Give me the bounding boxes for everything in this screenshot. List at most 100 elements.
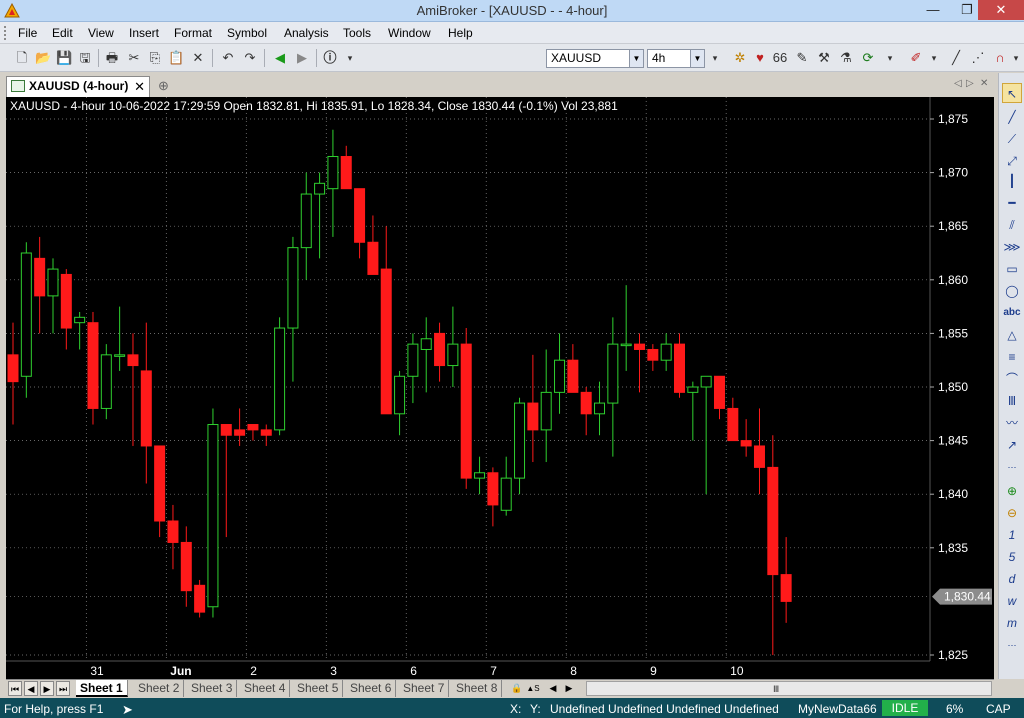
draw-color-icon[interactable]: ✐ (908, 50, 924, 66)
scroll-left-icon[interactable]: ◀ (546, 681, 560, 696)
save-icon[interactable]: 💾 (56, 50, 72, 66)
menu-edit[interactable]: Edit (52, 26, 73, 40)
monthly-icon[interactable]: m (1002, 613, 1022, 633)
menu-help[interactable]: Help (448, 26, 473, 40)
delete-icon[interactable]: ✕ (190, 50, 206, 66)
symbol-combobox[interactable]: XAUUSD ▼ (546, 49, 644, 68)
arrow-tool-icon[interactable]: ↗ (1002, 435, 1022, 455)
edit-data-icon[interactable]: ✎ (794, 50, 810, 66)
close-icon[interactable]: ✕ (134, 77, 145, 96)
chevron-down-icon[interactable]: ▼ (690, 50, 704, 67)
paste-icon[interactable]: 📋 (168, 50, 184, 66)
interval-combobox[interactable]: 4h ▼ (647, 49, 705, 68)
sheet-tab[interactable]: Sheet 2 (134, 680, 185, 697)
compare-icon[interactable]: 66 (772, 50, 788, 66)
sheet-tab[interactable]: Sheet 8 (452, 680, 503, 697)
tab-xauusd-chart[interactable]: XAUUSD (4-hour) ✕ (6, 76, 150, 97)
menu-view[interactable]: View (88, 26, 114, 40)
first-sheet-icon[interactable]: ⏮ (8, 681, 22, 696)
toolbar-overflow-icon[interactable]: ▾ (342, 50, 358, 66)
scroll-right-icon[interactable]: ▶ (562, 681, 576, 696)
arc-icon[interactable]: ⌒ (1002, 369, 1022, 389)
parallel-lines-icon[interactable]: ⫽ (1002, 215, 1022, 235)
candle-up (100, 354, 112, 409)
zoom-in-icon[interactable]: ⊕ (1002, 481, 1022, 501)
zoom-out-icon[interactable]: ⊖ (1002, 503, 1022, 523)
candle-down (487, 472, 499, 506)
select-arrow-icon[interactable]: ↖ (1002, 83, 1022, 103)
interval-1-icon[interactable]: 1 (1002, 525, 1022, 545)
sync-scroll-icon[interactable]: ▲S (526, 681, 540, 696)
fan-icon[interactable]: ⋙ (1002, 237, 1022, 257)
forward-icon[interactable]: ▶ (294, 50, 310, 66)
horizontal-scrollbar[interactable]: Ⅲ (586, 681, 992, 696)
copy-icon[interactable]: ⎘ (147, 50, 163, 66)
toolbar-overflow-icon[interactable]: ▾ (882, 50, 898, 66)
line-width-icon[interactable]: ╱ (948, 50, 964, 66)
close-button[interactable]: ✕ (978, 0, 1024, 20)
chevron-down-icon[interactable]: ▼ (629, 50, 643, 67)
prev-sheet-icon[interactable]: ◀ (24, 681, 38, 696)
tab-scroll-left-icon[interactable]: ◁ (954, 78, 962, 89)
extended-line-icon[interactable]: ⤢ (1002, 151, 1022, 171)
candlestick-chart[interactable]: 1,875 1,870 1,865 1,860 1,855 1,850 1,845 1,840… (6, 97, 994, 679)
sheet-tab[interactable]: Sheet 6 (346, 680, 397, 697)
open-folder-icon[interactable]: 📂 (35, 50, 51, 66)
lock-icon[interactable]: 🔒 (510, 681, 524, 696)
interval-5-icon[interactable]: 5 (1002, 547, 1022, 567)
vertical-line-icon[interactable]: ┃ (1002, 171, 1022, 191)
fibonacci-icon[interactable]: ≡ (1002, 347, 1022, 367)
rectangle-icon[interactable]: ▭ (1002, 259, 1022, 279)
back-icon[interactable]: ◀ (272, 50, 288, 66)
quote-icon[interactable]: ♥ (752, 50, 768, 66)
menu-tools[interactable]: Tools (343, 26, 371, 40)
price-chart[interactable]: 1,875 1,870 1,865 1,860 1,855 1,850 1,845 1,840… (6, 97, 994, 679)
scan-icon[interactable]: ✲ (732, 50, 748, 66)
line-style-icon[interactable]: ⋰ (970, 50, 986, 66)
menu-format[interactable]: Format (174, 26, 212, 40)
sheet-tab[interactable]: Sheet 3 (187, 680, 238, 697)
menu-file[interactable]: File (18, 26, 37, 40)
sheet-tab-active[interactable]: Sheet 1 (76, 680, 128, 697)
sheet-tab[interactable]: Sheet 5 (293, 680, 344, 697)
toolbar-overflow-icon[interactable]: ⋯ (1002, 457, 1022, 477)
assistant-icon[interactable]: ⚒ (816, 50, 832, 66)
menu-symbol[interactable]: Symbol (227, 26, 267, 40)
print-icon[interactable]: 🖶 (104, 50, 120, 66)
text-tool-icon[interactable]: abc (1002, 303, 1022, 323)
tab-close-all-icon[interactable]: ✕ (980, 78, 988, 89)
horizontal-line-icon[interactable]: ━ (1002, 193, 1022, 213)
wizard-icon[interactable]: ⚗ (838, 50, 854, 66)
zigzag-icon[interactable]: 〰 (1002, 413, 1022, 433)
menu-insert[interactable]: Insert (129, 26, 159, 40)
next-sheet-icon[interactable]: ▶ (40, 681, 54, 696)
toolbar-overflow-icon[interactable]: ▾ (707, 50, 723, 66)
magnet-icon[interactable]: ∩ (992, 50, 1008, 66)
info-icon[interactable]: ⓘ (322, 50, 338, 66)
gann-icon[interactable]: Ⅲ (1002, 391, 1022, 411)
new-tab-icon[interactable]: ⊕ (158, 78, 169, 94)
ellipse-icon[interactable]: ◯ (1002, 281, 1022, 301)
save-all-icon[interactable]: 🖫 (77, 50, 93, 66)
minimize-button[interactable]: — (916, 0, 950, 20)
refresh-icon[interactable]: ⟳ (860, 50, 876, 66)
redo-icon[interactable]: ↷ (242, 50, 258, 66)
toolbar-overflow-icon[interactable]: ▾ (1008, 50, 1024, 66)
new-file-icon[interactable]: 🗋 (14, 50, 30, 66)
last-sheet-icon[interactable]: ⏭ (56, 681, 70, 696)
scrollbar-thumb-grip-icon[interactable]: Ⅲ (773, 684, 779, 695)
sheet-tab[interactable]: Sheet 7 (399, 680, 450, 697)
menu-analysis[interactable]: Analysis (284, 26, 329, 40)
menu-window[interactable]: Window (388, 26, 431, 40)
toolbar-overflow-icon[interactable]: ⋯ (1002, 635, 1022, 655)
tab-scroll-right-icon[interactable]: ▷ (966, 78, 974, 89)
trendline-icon[interactable]: ╱ (1002, 107, 1022, 127)
daily-icon[interactable]: d (1002, 569, 1022, 589)
chevron-down-icon[interactable]: ▾ (926, 50, 942, 66)
cut-icon[interactable]: ✂ (126, 50, 142, 66)
ray-icon[interactable]: ⟋ (1002, 129, 1022, 149)
undo-icon[interactable]: ↶ (220, 50, 236, 66)
sheet-tab[interactable]: Sheet 4 (240, 680, 291, 697)
triangle-icon[interactable]: △ (1002, 325, 1022, 345)
weekly-icon[interactable]: w (1002, 591, 1022, 611)
